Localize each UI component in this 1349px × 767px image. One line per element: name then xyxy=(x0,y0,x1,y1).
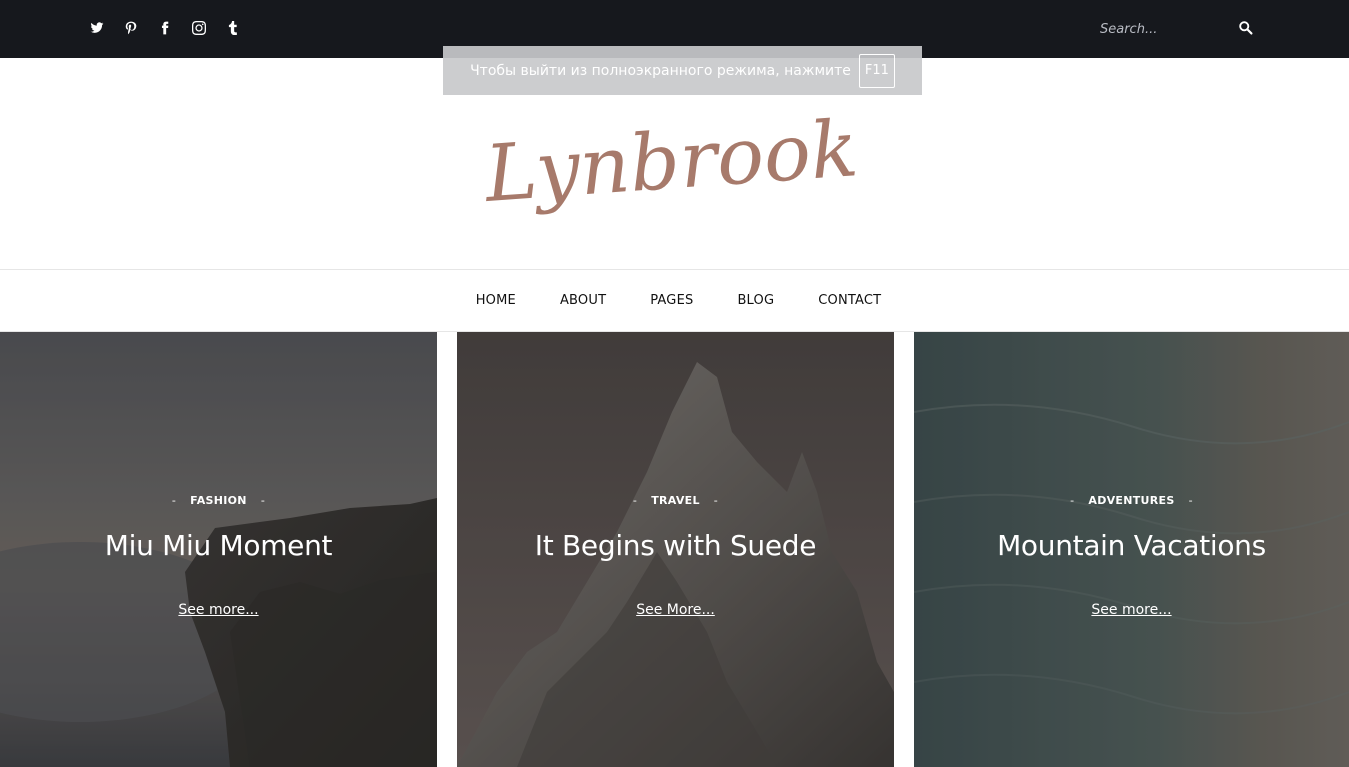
featured-posts: - FASHION - Miu Miu Moment See more... -… xyxy=(0,332,1349,767)
nav-item-pages[interactable]: PAGES xyxy=(650,293,693,308)
see-more-link[interactable]: See more... xyxy=(178,602,258,618)
social-links xyxy=(88,19,242,37)
featured-post-card[interactable]: - ADVENTURES - Mountain Vacations See mo… xyxy=(914,332,1349,767)
post-category: - ADVENTURES - xyxy=(1070,494,1193,507)
nav-item-blog[interactable]: BLOG xyxy=(737,293,774,308)
search-button[interactable] xyxy=(1238,20,1256,38)
tumblr-link[interactable] xyxy=(224,19,242,37)
nav-item-home[interactable]: HOME xyxy=(476,293,516,308)
post-category: - FASHION - xyxy=(171,494,266,507)
fullscreen-exit-notice: Чтобы выйти из полноэкранного режима, на… xyxy=(443,46,922,95)
featured-post-card[interactable]: - FASHION - Miu Miu Moment See more... xyxy=(0,332,437,767)
tumblr-icon xyxy=(228,21,237,35)
post-category-label[interactable]: FASHION xyxy=(190,494,247,507)
instagram-icon xyxy=(192,21,206,35)
post-title[interactable]: It Begins with Suede xyxy=(457,529,894,562)
search-icon xyxy=(1239,21,1253,35)
pinterest-link[interactable] xyxy=(122,19,140,37)
post-content: - FASHION - Miu Miu Moment See more... xyxy=(0,494,437,619)
twitter-link[interactable] xyxy=(88,19,106,37)
fullscreen-notice-key: F11 xyxy=(858,53,895,88)
nav-item-about[interactable]: ABOUT xyxy=(560,293,606,308)
see-more-link[interactable]: See more... xyxy=(1091,602,1171,618)
twitter-icon xyxy=(90,22,104,33)
pinterest-icon xyxy=(125,21,137,35)
search-input[interactable] xyxy=(1100,18,1230,40)
search-box xyxy=(1100,18,1256,40)
post-title[interactable]: Miu Miu Moment xyxy=(0,529,437,562)
nav-item-contact[interactable]: CONTACT xyxy=(818,293,881,308)
instagram-link[interactable] xyxy=(190,19,208,37)
facebook-link[interactable] xyxy=(156,19,174,37)
facebook-icon xyxy=(161,21,169,35)
see-more-link[interactable]: See More... xyxy=(636,602,715,618)
post-category-label[interactable]: TRAVEL xyxy=(651,494,700,507)
post-content: - TRAVEL - It Begins with Suede See More… xyxy=(457,494,894,619)
main-navigation: HOME ABOUT PAGES BLOG CONTACT xyxy=(0,269,1349,332)
post-category-label[interactable]: ADVENTURES xyxy=(1088,494,1174,507)
post-title[interactable]: Mountain Vacations xyxy=(914,529,1349,562)
fullscreen-notice-message: Чтобы выйти из полноэкранного режима, на… xyxy=(470,62,851,79)
post-content: - ADVENTURES - Mountain Vacations See mo… xyxy=(914,494,1349,619)
featured-post-card[interactable]: - TRAVEL - It Begins with Suede See More… xyxy=(457,332,894,767)
post-category: - TRAVEL - xyxy=(632,494,719,507)
logo-text: Lynbrook xyxy=(480,104,861,220)
